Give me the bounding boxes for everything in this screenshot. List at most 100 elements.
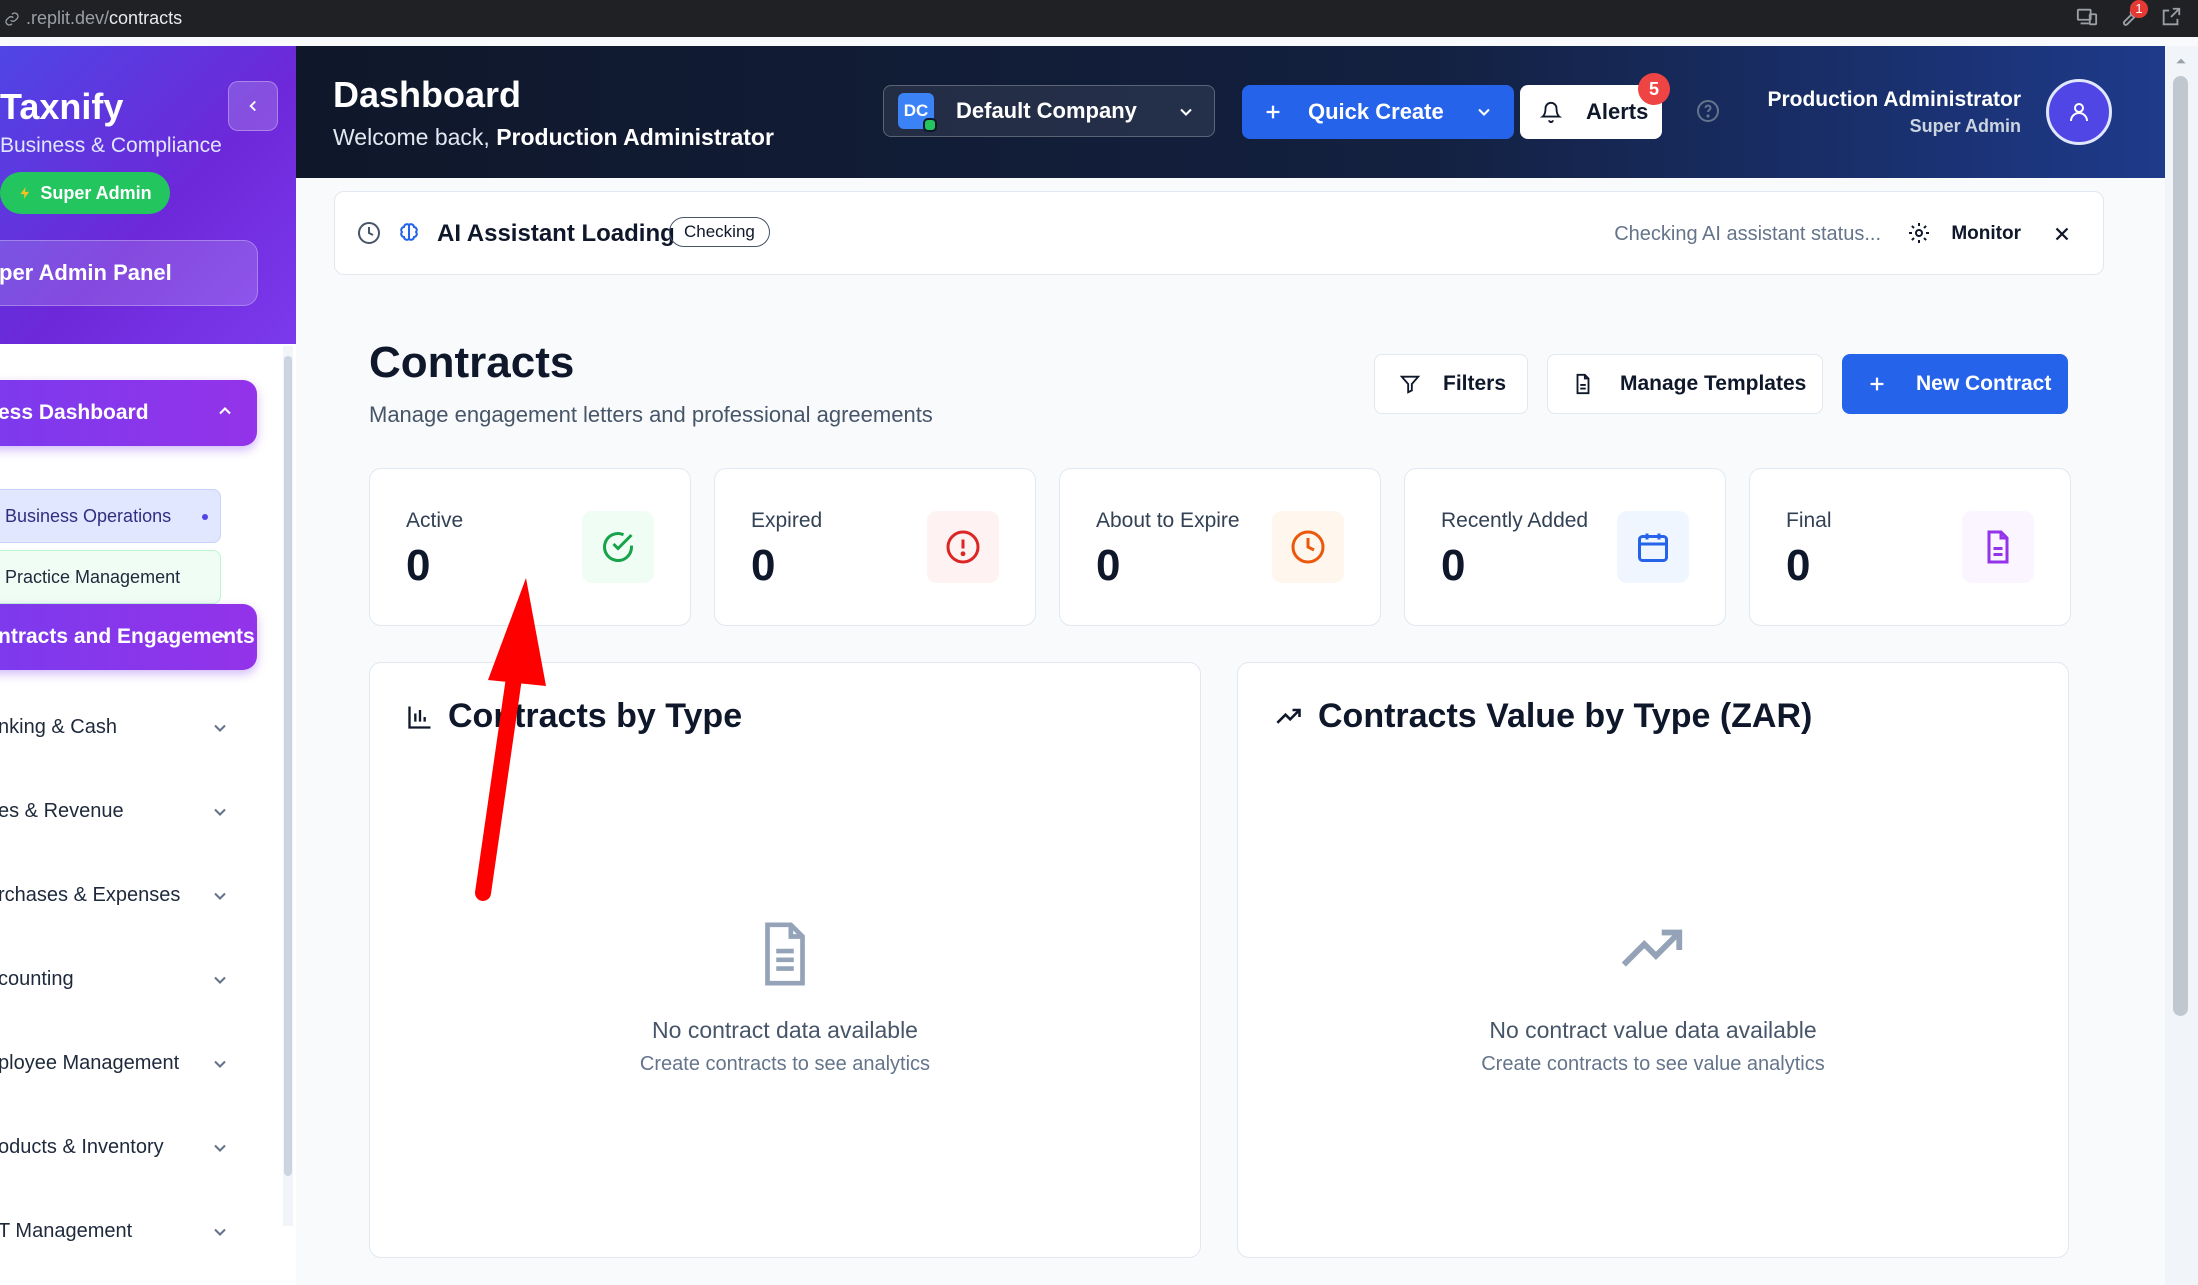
quick-create-label: Quick Create <box>1308 99 1444 124</box>
sidebar-item-label: nking & Cash <box>0 715 117 738</box>
company-selector[interactable]: DC Default Company <box>883 85 1215 137</box>
filter-icon <box>1399 375 1421 394</box>
trending-up-icon <box>1238 915 2068 985</box>
stat-value: 0 <box>1096 541 1121 590</box>
clock-icon <box>358 222 380 244</box>
filters-button[interactable]: Filters <box>1374 354 1528 414</box>
chevron-down-icon <box>1180 108 1192 116</box>
chevron-down-icon <box>214 808 226 816</box>
chevron-down-icon <box>1478 108 1490 116</box>
file-icon <box>1962 511 2034 583</box>
page-header-title: Dashboard <box>333 74 522 115</box>
alerts-label: Alerts <box>1586 99 1649 124</box>
user-info[interactable]: Production Administrator Super Admin <box>1767 88 2021 137</box>
stat-card-about-to-expire[interactable]: About to Expire 0 <box>1059 468 1381 626</box>
user-avatar[interactable] <box>2046 79 2112 145</box>
chevron-down-icon <box>219 631 231 639</box>
check-circle-icon <box>582 511 654 583</box>
url-prefix: .replit.dev/ <box>26 8 110 28</box>
super-admin-panel-label: per Admin Panel <box>0 260 172 285</box>
scroll-up-icon <box>2176 58 2186 64</box>
sidebar-item-label: Business Operations <box>5 505 172 526</box>
new-contract-button[interactable]: New Contract <box>1842 354 2068 414</box>
sidebar-subitem-practice-management[interactable]: Practice Management <box>0 550 221 604</box>
sidebar-item-purchases-expenses[interactable]: rchases & Expenses <box>0 868 240 922</box>
sidebar-item-employee-management[interactable]: ployee Management <box>0 1036 240 1090</box>
page-scrollbar[interactable] <box>2165 46 2198 1285</box>
stat-card-recently-added[interactable]: Recently Added 0 <box>1404 468 1726 626</box>
collapse-sidebar-button[interactable] <box>228 81 278 131</box>
sidebar-item-contracts-engagements[interactable]: ntracts and Engagements <box>0 604 257 670</box>
sidebar-scrollbar[interactable] <box>283 346 293 1226</box>
sidebar-item-business-dashboard[interactable]: ess Dashboard <box>0 380 257 446</box>
sidebar-item-banking-cash[interactable]: nking & Cash <box>0 700 240 754</box>
help-icon[interactable] <box>1696 99 1720 123</box>
chevron-left-icon <box>249 100 256 112</box>
external-link-icon[interactable] <box>2160 6 2184 30</box>
empty-state-title: No contract data available <box>652 1017 918 1043</box>
sidebar: Taxnify Business & Compliance Super Admi… <box>0 46 296 1285</box>
devices-icon[interactable] <box>2076 6 2100 30</box>
sidebar-item-label: ess Dashboard <box>0 401 149 424</box>
active-dot <box>202 514 208 520</box>
chevron-down-icon <box>214 976 226 984</box>
close-icon[interactable] <box>2051 223 2073 245</box>
sidebar-item-sales-revenue[interactable]: es & Revenue <box>0 784 240 838</box>
user-role: Super Admin <box>1909 116 2021 136</box>
calendar-icon <box>1617 511 1689 583</box>
top-header: Dashboard Welcome back, Production Admin… <box>296 46 2165 178</box>
company-name: Default Company <box>956 98 1137 123</box>
brand-name: Taxnify <box>0 86 124 127</box>
panel-title: Contracts Value by Type (ZAR) <box>1274 697 1812 736</box>
tool-badge: 1 <box>2130 0 2148 18</box>
contracts-value-by-type-panel: Contracts Value by Type (ZAR) No contrac… <box>1237 662 2069 1258</box>
sidebar-subitem-business-operations[interactable]: Business Operations <box>0 489 221 543</box>
new-contract-label: New Contract <box>1916 372 2052 395</box>
stat-label: Recently Added <box>1441 509 1589 532</box>
alerts-button[interactable]: Alerts 5 <box>1520 73 1670 139</box>
browser-url-bar: .replit.dev/contracts 1 <box>0 0 2198 37</box>
user-name: Production Administrator <box>1767 88 2021 111</box>
lightning-icon <box>20 187 30 199</box>
alert-circle-icon <box>927 511 999 583</box>
page-scrollbar-thumb[interactable] <box>2173 76 2188 1016</box>
document-icon <box>370 915 1200 993</box>
chevron-down-icon <box>214 1060 226 1068</box>
sidebar-item-label: es & Revenue <box>0 799 124 822</box>
manage-templates-label: Manage Templates <box>1620 372 1807 395</box>
stat-card-active[interactable]: Active 0 <box>369 468 691 626</box>
company-avatar: DC <box>898 93 937 132</box>
panel-title-text: Contracts Value by Type (ZAR) <box>1318 697 1813 735</box>
wrench-icon[interactable]: 1 <box>2118 0 2148 30</box>
ai-status-tag: Checking <box>669 217 770 247</box>
super-admin-panel-button[interactable]: per Admin Panel <box>0 240 258 306</box>
stat-card-expired[interactable]: Expired 0 <box>714 468 1036 626</box>
url-display[interactable]: .replit.dev/contracts <box>4 8 182 29</box>
sidebar-item-label: counting <box>0 967 74 990</box>
empty-state-title: No contract value data available <box>1489 1017 1817 1043</box>
trending-up-icon <box>1276 708 1301 724</box>
stat-value: 0 <box>406 541 431 590</box>
welcome-user-name: Production Administrator <box>496 124 774 150</box>
panel-title: Contracts by Type <box>406 697 742 736</box>
clock-icon <box>1272 511 1344 583</box>
super-admin-badge: Super Admin <box>0 172 170 214</box>
sidebar-item-products-inventory[interactable]: oducts & Inventory <box>0 1120 240 1174</box>
sidebar-item-label: T Management <box>0 1219 133 1242</box>
stat-card-final[interactable]: Final 0 <box>1749 468 2071 626</box>
monitor-button[interactable]: Monitor <box>1951 223 2021 245</box>
chevron-up-icon <box>219 407 231 415</box>
sidebar-item-vat-management[interactable]: T Management <box>0 1204 240 1258</box>
quick-create-button[interactable]: Quick Create <box>1242 85 1514 139</box>
bell-icon <box>1540 102 1562 123</box>
manage-templates-button[interactable]: Manage Templates <box>1547 354 1823 414</box>
link-icon <box>4 11 20 27</box>
plus-icon <box>1870 377 1884 391</box>
super-admin-label: Super Admin <box>40 182 152 203</box>
sidebar-item-label: oducts & Inventory <box>0 1135 164 1158</box>
sidebar-item-accounting[interactable]: counting <box>0 952 240 1006</box>
url-path: contracts <box>109 8 183 28</box>
ai-assistant-banner: AI Assistant Loading Checking Checking A… <box>334 191 2104 275</box>
chevron-down-icon <box>214 892 226 900</box>
panel-title-text: Contracts by Type <box>448 697 743 735</box>
